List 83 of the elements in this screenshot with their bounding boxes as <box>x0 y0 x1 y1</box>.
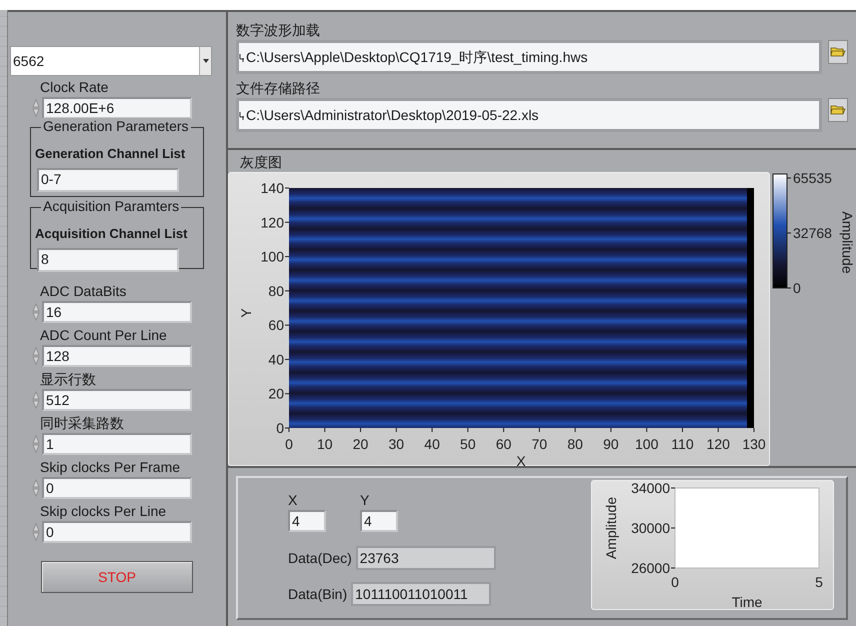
tick-label: 20 <box>352 436 368 452</box>
numeric-field[interactable]: 4 <box>288 510 326 532</box>
group-title: Generation Parameters <box>41 118 191 134</box>
tick-label: 0 <box>276 420 284 436</box>
field-label: X <box>288 492 298 508</box>
spinner-icon[interactable] <box>32 522 40 542</box>
field-label: Acquisition Channel List <box>35 225 188 243</box>
axis-label: Amplitude <box>603 496 619 560</box>
tick-label: 100 <box>635 436 658 452</box>
field-label: Skip clocks Per Line <box>39 503 168 519</box>
tick-label: 70 <box>532 436 548 452</box>
tick-label: 26000 <box>631 560 670 576</box>
numeric-field[interactable]: 0 <box>42 521 192 543</box>
numeric-field[interactable]: 0 <box>42 477 192 499</box>
tick-label: 32768 <box>793 225 832 241</box>
path-icon <box>239 111 245 121</box>
graph-title: 灰度图 <box>239 153 283 170</box>
tick-label: 30000 <box>631 520 670 536</box>
field-label: Clock Rate <box>39 79 110 95</box>
path-field[interactable]: C:\Users\Administrator\Desktop\2019-05-22.xls <box>236 98 822 132</box>
text-field[interactable]: 0-7 <box>37 168 179 192</box>
axis-label: Time <box>732 594 762 610</box>
tick-label: 34000 <box>631 481 670 496</box>
tick-label: 110 <box>671 436 694 452</box>
tick-label: 140 <box>260 180 284 196</box>
tick-label: 130 <box>742 436 766 452</box>
tick-label: 100 <box>260 248 284 265</box>
numeric-field[interactable]: 4 <box>360 510 398 532</box>
field-label: Skip clocks Per Frame <box>39 459 182 475</box>
dropdown-arrow-icon[interactable] <box>202 59 208 63</box>
field-label: Generation Channel List <box>35 145 186 163</box>
tick-label: 40 <box>268 351 284 368</box>
folder-icon <box>830 104 846 116</box>
tick-label: 50 <box>460 436 476 452</box>
tick-label: 60 <box>268 317 284 334</box>
field-label: Data(Dec) <box>288 548 352 568</box>
field-label: 显示行数 <box>39 371 97 387</box>
field-label: 数字波形加载 <box>236 22 321 38</box>
spinner-icon[interactable] <box>32 478 40 498</box>
numeric-field[interactable]: 1 <box>42 433 192 455</box>
readout-field: 101110011010011 <box>351 582 492 606</box>
spinner-icon[interactable] <box>32 434 40 454</box>
tick-label: 120 <box>260 214 284 230</box>
spinner-icon[interactable] <box>32 302 40 322</box>
axis-label: X <box>516 453 526 467</box>
spinner-icon[interactable] <box>32 346 40 366</box>
tick-label: 120 <box>706 436 730 452</box>
numeric-field[interactable]: 128 <box>42 345 192 367</box>
text-field[interactable]: 8 <box>37 248 179 272</box>
group-title: Acquisition Paramters <box>41 198 182 214</box>
spinner-icon[interactable] <box>32 390 40 410</box>
tick-label: 30 <box>388 436 404 452</box>
combo-box[interactable]: 6562 <box>10 46 212 76</box>
numeric-field[interactable]: 16 <box>42 301 192 323</box>
spinner-icon[interactable] <box>32 98 40 118</box>
numeric-field[interactable]: 128.00E+6 <box>42 97 192 119</box>
tick-label: 0 <box>285 436 293 452</box>
field-label: 文件存储路径 <box>236 80 321 96</box>
tick-label: 20 <box>268 386 284 402</box>
field-label: ADC DataBits <box>39 283 128 299</box>
tick-label: 80 <box>268 282 284 299</box>
tick-label: 5 <box>815 574 823 590</box>
axis-label: Y <box>238 308 254 318</box>
tick-label: 10 <box>316 436 333 452</box>
tick-label: 0 <box>671 574 679 590</box>
field-label: Data(Bin) <box>288 584 348 604</box>
tick-label: 40 <box>424 436 440 452</box>
field-label: Y <box>360 492 370 508</box>
path-icon <box>239 53 245 63</box>
numeric-field[interactable]: 512 <box>42 389 192 411</box>
browse-button[interactable] <box>828 98 848 122</box>
tick-label: 65535 <box>793 172 832 186</box>
readout-field: 23763 <box>356 546 496 570</box>
axis-label: Amplitude <box>838 211 856 274</box>
browse-button[interactable] <box>828 40 848 64</box>
tick-label: 60 <box>496 436 512 452</box>
folder-icon <box>830 46 846 58</box>
tick-label: 0 <box>793 280 801 294</box>
tick-label: 80 <box>567 436 583 452</box>
path-field[interactable]: C:\Users\Apple\Desktop\CQ1719_时序\test_timing.hws <box>236 40 822 74</box>
tick-label: 90 <box>603 436 619 452</box>
field-label: ADC Count Per Line <box>39 327 168 343</box>
field-label: 同时采集路数 <box>39 415 125 431</box>
